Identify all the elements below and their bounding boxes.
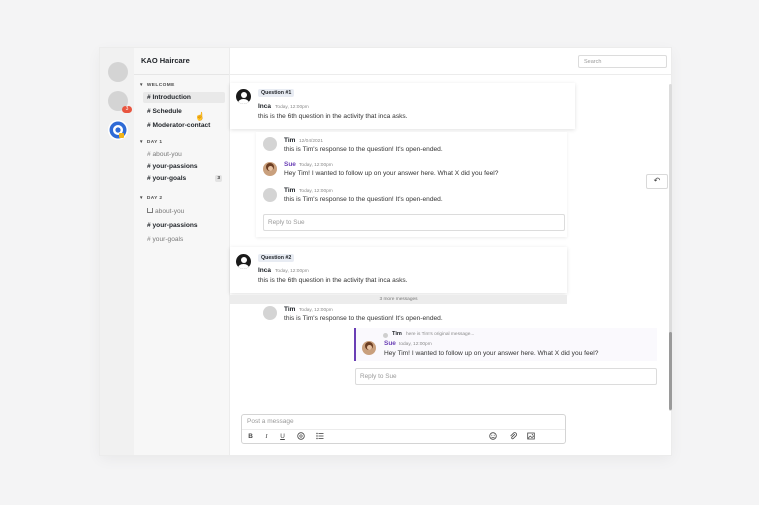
quote-text: here is Tim's original message...: [406, 332, 475, 337]
chevron-down-icon: ▼: [139, 195, 144, 200]
question-text: this is the 6th question in the activity…: [258, 277, 408, 284]
timestamp: Today, 12:00pm: [299, 189, 333, 194]
reply-icon[interactable]: ↶: [646, 174, 668, 189]
author-name: Inca: [258, 267, 272, 274]
search-input[interactable]: Search: [578, 55, 667, 68]
message-text: Hey Tim! I wanted to follow up on your a…: [384, 350, 599, 357]
section-header-welcome[interactable]: ▼ WELCOME: [139, 82, 175, 88]
app-window: 3 KAO Haircare ▼ WELCOME # Introduction #…: [100, 48, 672, 455]
avatar: [236, 254, 251, 269]
channel-your-passions[interactable]: # your-passions: [143, 161, 225, 172]
workspace-avatar[interactable]: [108, 62, 128, 82]
image-icon[interactable]: [526, 432, 535, 441]
reply-input[interactable]: Reply to Sue: [355, 368, 657, 385]
channel-introduction[interactable]: # Introduction: [143, 92, 225, 103]
section-header-day1[interactable]: ▼ DAY 1: [139, 139, 162, 145]
timestamp: today, 12:00pm: [399, 342, 432, 347]
chevron-down-icon: ▼: [139, 82, 144, 87]
avatar: [263, 306, 277, 320]
message-text: this is Tim's response to the question! …: [284, 146, 443, 153]
bullet-list-icon[interactable]: [315, 432, 324, 441]
timestamp: Today, 12:00pm: [275, 269, 309, 274]
question-card: Question #1 Inca Today, 12:00pm this is …: [230, 83, 575, 129]
timestamp: Today, 12:00pm: [299, 308, 333, 313]
author-name: Tim: [284, 306, 296, 313]
chevron-down-icon: ▼: [139, 139, 144, 144]
main-panel: Search Question #1 Inca Today, 12:00pm t…: [230, 48, 672, 455]
avatar: [263, 188, 277, 202]
unread-count-badge: 3: [215, 175, 222, 182]
timestamp: 12/04/2021: [299, 139, 324, 144]
message-text: Hey Tim! I wanted to follow up on your a…: [284, 170, 499, 177]
author-name: Tim: [284, 137, 296, 144]
question-card: Question #2 Inca Today, 12:00pm this is …: [230, 247, 567, 293]
divider: [230, 74, 671, 75]
bold-button[interactable]: B: [246, 432, 255, 441]
workspace-logo-icon[interactable]: [108, 120, 128, 140]
question-tag: Question #1: [258, 89, 295, 97]
message-text: this is Tim's response to the question! …: [284, 315, 443, 322]
notification-badge: 3: [122, 106, 132, 113]
pointer-cursor-icon: ☝: [195, 112, 205, 121]
avatar: [263, 137, 277, 151]
message-text: this is Tim's response to the question! …: [284, 196, 443, 203]
channel-label: # your-goals: [147, 175, 187, 182]
channel-your-goals[interactable]: # your-goals 3: [143, 173, 225, 184]
message-input[interactable]: Post a message: [247, 418, 294, 425]
channel-moderator-contact[interactable]: # Moderator-contact: [143, 120, 225, 131]
lock-icon: [147, 208, 153, 213]
author-name: Inca: [258, 103, 272, 110]
author-name: Tim: [284, 187, 296, 194]
question-tag: Question #2: [258, 254, 295, 262]
avatar: [362, 341, 376, 355]
author-name: Sue: [284, 161, 296, 168]
section-header-day2[interactable]: ▼ DAY 2: [139, 195, 162, 201]
question-text: this is the 6th question in the activity…: [258, 113, 408, 120]
message-composer: Post a message B I U: [241, 414, 566, 444]
channel-about-you-locked[interactable]: about-you: [143, 206, 225, 217]
author-name: Sue: [384, 340, 396, 347]
channel-about-you[interactable]: # about-you: [143, 149, 225, 160]
scrollbar-thumb[interactable]: [669, 332, 672, 410]
underline-button[interactable]: U: [278, 432, 287, 441]
workspace-avatar[interactable]: 3: [108, 91, 132, 113]
thread-panel: Tim 12/04/2021 this is Tim's response to…: [256, 132, 567, 237]
avatar: [236, 89, 251, 104]
highlighted-reply: Tim here is Tim's original message... Su…: [356, 328, 657, 361]
timestamp: Today, 12:00pm: [299, 163, 333, 168]
quote-avatar: [383, 333, 388, 338]
italic-button[interactable]: I: [262, 432, 271, 441]
more-messages-link[interactable]: 3 more messages: [230, 295, 567, 304]
timestamp: Today, 12:00pm: [275, 105, 309, 110]
attachment-icon[interactable]: [508, 432, 517, 441]
avatar: [263, 162, 277, 176]
workspace-title: KAO Haircare: [141, 56, 190, 65]
divider: [134, 74, 229, 75]
quote-author: Tim: [392, 331, 402, 337]
channel-your-passions[interactable]: # your-passions: [143, 220, 225, 231]
reply-input[interactable]: Reply to Sue: [263, 214, 565, 231]
emoji-icon[interactable]: [488, 432, 497, 441]
workspace-rail: 3: [100, 48, 134, 455]
mention-icon[interactable]: [296, 432, 305, 441]
channel-sidebar: KAO Haircare ▼ WELCOME # Introduction # S…: [134, 48, 230, 455]
divider: [242, 429, 565, 430]
channel-schedule[interactable]: # Schedule: [143, 106, 225, 117]
channel-your-goals[interactable]: # your-goals: [143, 234, 225, 245]
